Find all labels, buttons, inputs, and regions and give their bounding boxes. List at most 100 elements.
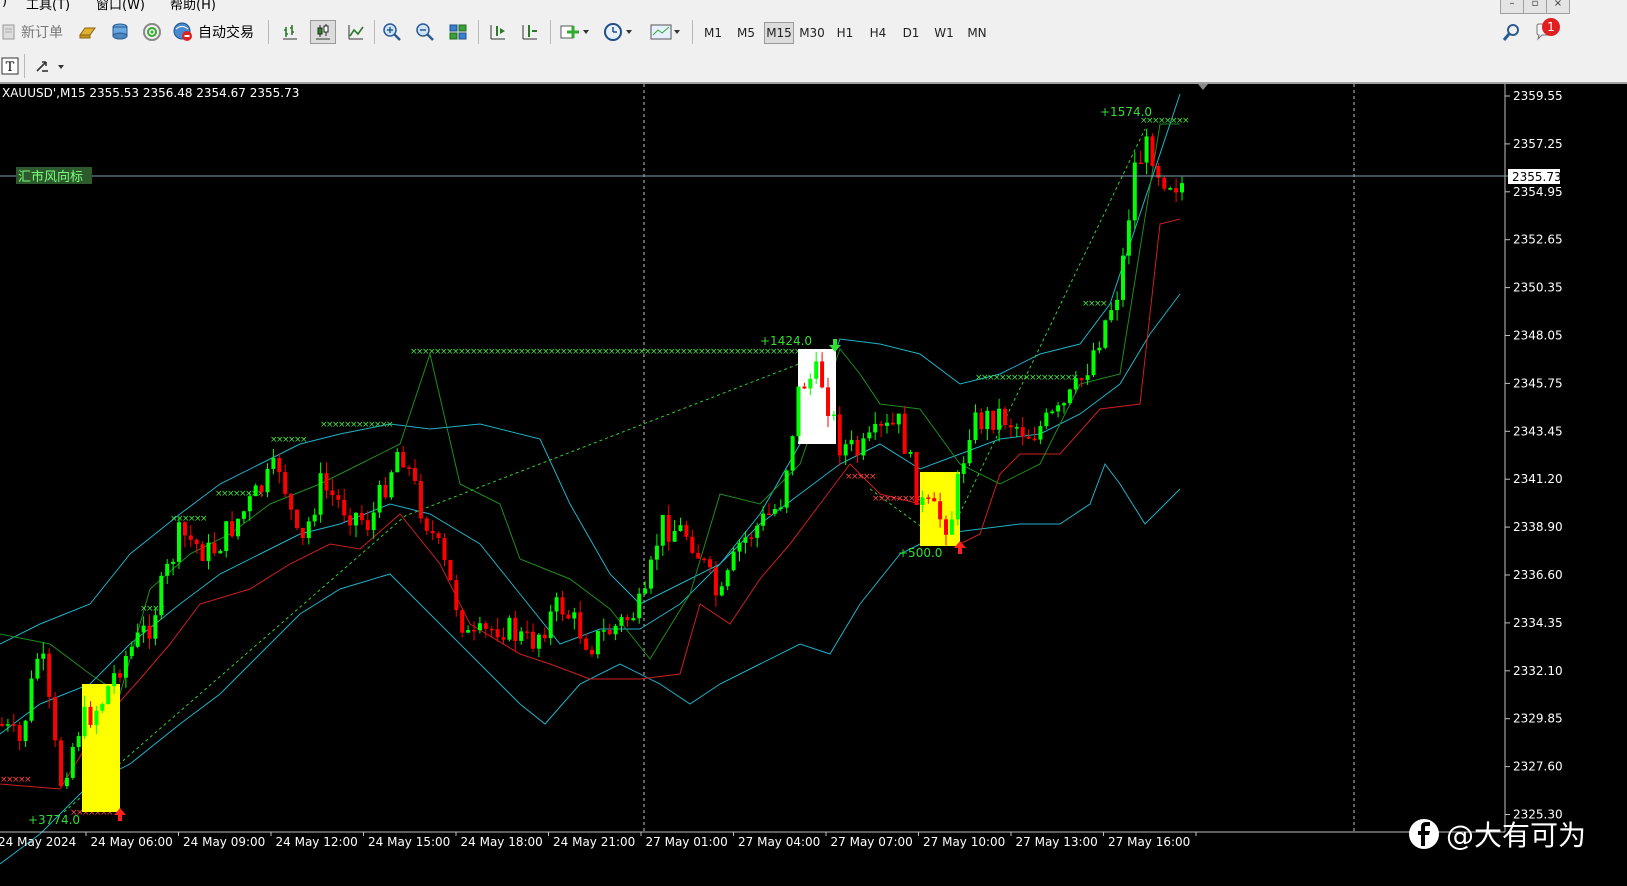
add-indicator-icon [560,25,589,39]
timeframe-m30[interactable]: M30 [797,22,827,44]
timeframe-mn[interactable]: MN [962,22,992,44]
candle-body [831,414,836,417]
arrows-dropdown-button[interactable] [32,54,68,78]
candle-body [0,724,4,726]
candle-body [507,617,512,640]
new-order-button[interactable]: 新订单 [0,20,68,44]
text-tool-button[interactable]: T [0,54,20,78]
candle-body [247,496,252,512]
close-button[interactable]: × [1546,0,1570,14]
gold-bar-button[interactable] [76,20,98,44]
price-tick-label: 2338.90 [1513,520,1563,534]
new-order-label: 新订单 [21,25,63,41]
candle-body [365,520,370,531]
candle-body [926,497,931,499]
arrows-icon [36,61,64,72]
candle-body [342,499,347,516]
x-marker: × [200,514,208,524]
candle-body [1014,427,1019,429]
time-tick-label: 24 May 2024 [0,835,76,849]
auto-scroll-button[interactable] [486,20,510,44]
candle-body [241,511,246,519]
x-marker: × [386,420,394,430]
timeframe-m5[interactable]: M5 [731,22,761,44]
line-chart-button[interactable] [344,20,368,44]
timeframe-m1[interactable]: M1 [698,22,728,44]
candle-body [1168,188,1173,190]
logo-icon [1409,819,1439,849]
template-icon [650,24,680,40]
candle-body [295,509,299,528]
candle-body [1162,177,1167,189]
minimize-button[interactable]: – [1500,0,1524,14]
timeframe-w1[interactable]: W1 [929,22,959,44]
gold-bar-icon [79,27,96,39]
tile-windows-button[interactable] [446,20,470,44]
notifications-button[interactable]: 1 [1530,18,1562,44]
candle-body [430,530,435,534]
time-tick-label: 24 May 18:00 [461,835,543,849]
candle-body [637,593,642,619]
timeframe-h4[interactable]: H4 [863,22,893,44]
candle-body [306,521,311,538]
zoom-out-button[interactable] [413,20,437,44]
timeframe-h1[interactable]: H1 [830,22,860,44]
signal-button[interactable] [140,20,164,44]
candle-body [725,570,730,587]
candle-body [318,473,323,515]
candle-body [312,514,317,522]
timeframe-d1[interactable]: D1 [896,22,926,44]
candle-body [271,458,276,469]
templates-dropdown-button[interactable] [646,20,684,44]
candle-body [808,378,813,389]
bar-chart-button[interactable] [278,20,302,44]
candle-body [566,614,571,619]
candle-body [861,438,866,456]
candle-body [118,673,122,678]
candle-body [1062,403,1066,406]
candlestick-chart-button[interactable] [310,20,336,44]
search-button[interactable] [1500,20,1524,44]
menu-item-window[interactable]: 窗口(W) [96,0,145,13]
candle-body [88,706,93,726]
timeframe-m15[interactable]: M15 [764,22,794,44]
periods-dropdown-button[interactable] [600,20,636,44]
candle-body [123,656,128,678]
candle-body [1050,411,1055,413]
candle-body [336,495,341,500]
price-tick-label: 2343.45 [1513,424,1563,438]
candle-body [1073,378,1078,390]
candle-body [218,551,223,554]
candle-body [607,630,612,635]
candle-body [708,559,712,568]
indicators-dropdown-button[interactable] [556,20,592,44]
history-center-button[interactable] [108,20,132,44]
candle-body [466,629,471,633]
candle-body [613,625,618,635]
candle-body [501,637,506,640]
candle-body [944,519,948,535]
price-tick-label: 2341.20 [1513,472,1563,486]
auto-trading-button[interactable]: 自动交易 [172,20,262,44]
candlestick-icon [316,24,330,40]
candle-body [236,518,240,537]
menu-item-tools[interactable]: 工具(T) [26,0,70,13]
chart-shift-button[interactable] [518,20,542,44]
chart-background [0,84,1627,886]
zoom-in-button[interactable] [380,20,404,44]
candle-body [542,634,547,639]
time-tick-label: 27 May 10:00 [923,835,1005,849]
time-tick-label: 24 May 09:00 [183,835,265,849]
candle-body [70,747,75,778]
menu-item-help[interactable]: 帮助(H) [170,0,216,13]
candle-body [719,586,724,596]
toolbar-separator [24,54,25,78]
candle-body [206,542,211,561]
time-tick-label: 27 May 04:00 [738,835,820,849]
candle-body [230,521,235,537]
menu-item-partial[interactable]: ) [2,0,7,9]
candle-body [147,625,152,639]
price-chart[interactable]: ××××××××××××××××××××××××××××××××××××××××… [0,84,1627,886]
candle-body [743,537,748,543]
restore-button[interactable]: ▫ [1523,0,1547,14]
